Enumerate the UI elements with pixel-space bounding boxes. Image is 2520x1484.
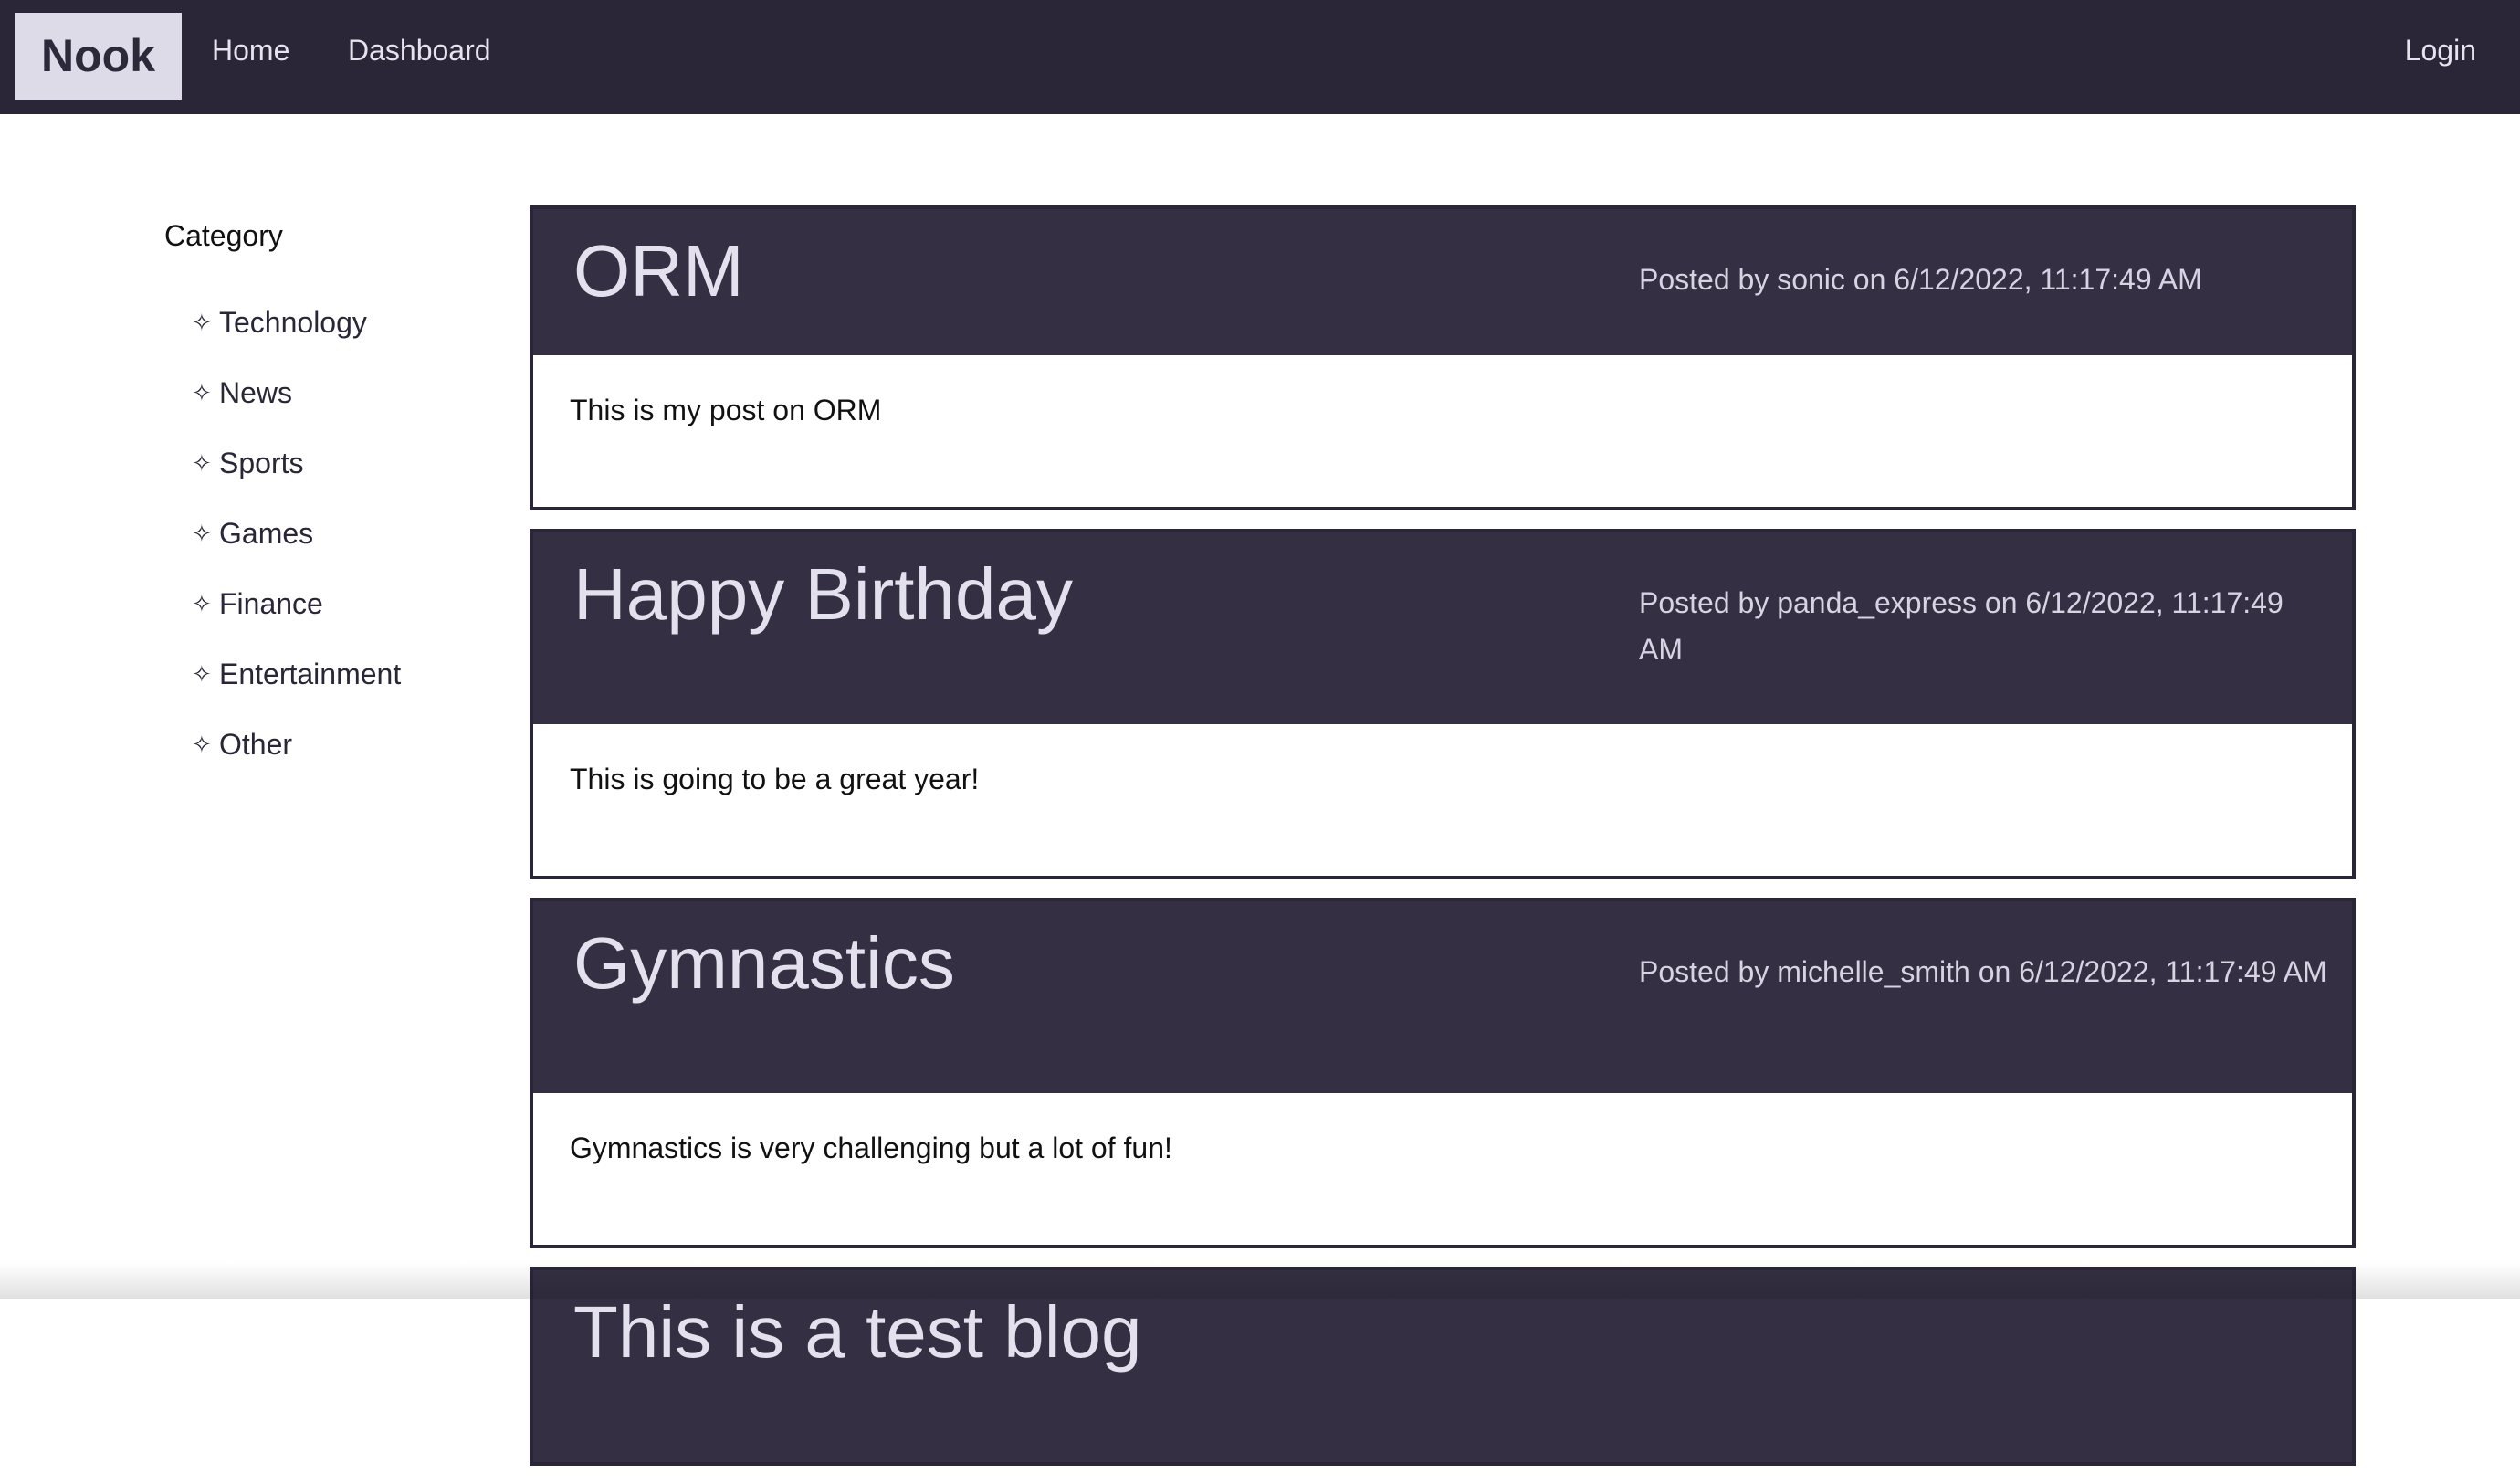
post-card: This is a test blog	[530, 1267, 2356, 1466]
category-item-finance[interactable]: ✧ Finance	[192, 585, 401, 656]
post-meta: Posted by panda_express on 6/12/2022, 11…	[1639, 580, 2333, 673]
diamond-star-icon: ✧	[192, 445, 219, 481]
category-list: ✧ Technology ✧ News ✧ Sports ✧ Games ✧ F…	[192, 304, 401, 796]
diamond-star-icon: ✧	[192, 656, 219, 692]
diamond-star-icon: ✧	[192, 374, 219, 411]
category-label: Technology	[219, 300, 367, 345]
top-navbar: Nook Home Dashboard Login	[0, 0, 2520, 114]
diamond-star-icon: ✧	[192, 726, 219, 763]
post-card: ORM Posted by sonic on 6/12/2022, 11:17:…	[530, 205, 2356, 510]
post-body: This is my post on ORM	[533, 355, 2352, 507]
post-title[interactable]: Happy Birthday	[573, 549, 1073, 640]
category-item-sports[interactable]: ✧ Sports	[192, 445, 401, 515]
post-title[interactable]: Gymnastics	[573, 918, 955, 1009]
diamond-star-icon: ✧	[192, 515, 219, 552]
category-item-news[interactable]: ✧ News	[192, 374, 401, 445]
category-item-entertainment[interactable]: ✧ Entertainment	[192, 656, 401, 726]
post-card: Gymnastics Posted by michelle_smith on 6…	[530, 898, 2356, 1248]
diamond-star-icon: ✧	[192, 585, 219, 622]
category-heading: Category	[164, 219, 283, 253]
post-header: ORM Posted by sonic on 6/12/2022, 11:17:…	[533, 209, 2352, 355]
post-card: Happy Birthday Posted by panda_express o…	[530, 529, 2356, 879]
post-meta: Posted by michelle_smith on 6/12/2022, 1…	[1639, 949, 2333, 995]
post-title[interactable]: This is a test blog	[573, 1287, 1142, 1378]
post-meta: Posted by sonic on 6/12/2022, 11:17:49 A…	[1639, 257, 2333, 303]
post-header: Gymnastics Posted by michelle_smith on 6…	[533, 901, 2352, 1093]
post-body: Gymnastics is very challenging but a lot…	[533, 1093, 2352, 1245]
category-item-technology[interactable]: ✧ Technology	[192, 304, 401, 374]
post-body: This is going to be a great year!	[533, 724, 2352, 876]
category-label: Finance	[219, 581, 323, 626]
nav-dashboard-link[interactable]: Dashboard	[348, 27, 491, 73]
category-item-games[interactable]: ✧ Games	[192, 515, 401, 585]
brand-logo-link[interactable]: Nook	[15, 13, 182, 100]
diamond-star-icon: ✧	[192, 304, 219, 341]
post-feed: ORM Posted by sonic on 6/12/2022, 11:17:…	[530, 205, 2356, 1484]
category-label: Other	[219, 721, 292, 767]
category-label: Games	[219, 510, 313, 556]
category-item-other[interactable]: ✧ Other	[192, 726, 401, 796]
category-label: Sports	[219, 440, 303, 486]
category-label: News	[219, 370, 292, 416]
category-label: Entertainment	[219, 651, 401, 697]
post-header: Happy Birthday Posted by panda_express o…	[533, 532, 2352, 724]
post-header: This is a test blog	[533, 1270, 2352, 1462]
nav-login-link[interactable]: Login	[2405, 27, 2476, 73]
nav-home-link[interactable]: Home	[212, 27, 289, 73]
post-title[interactable]: ORM	[573, 226, 744, 317]
